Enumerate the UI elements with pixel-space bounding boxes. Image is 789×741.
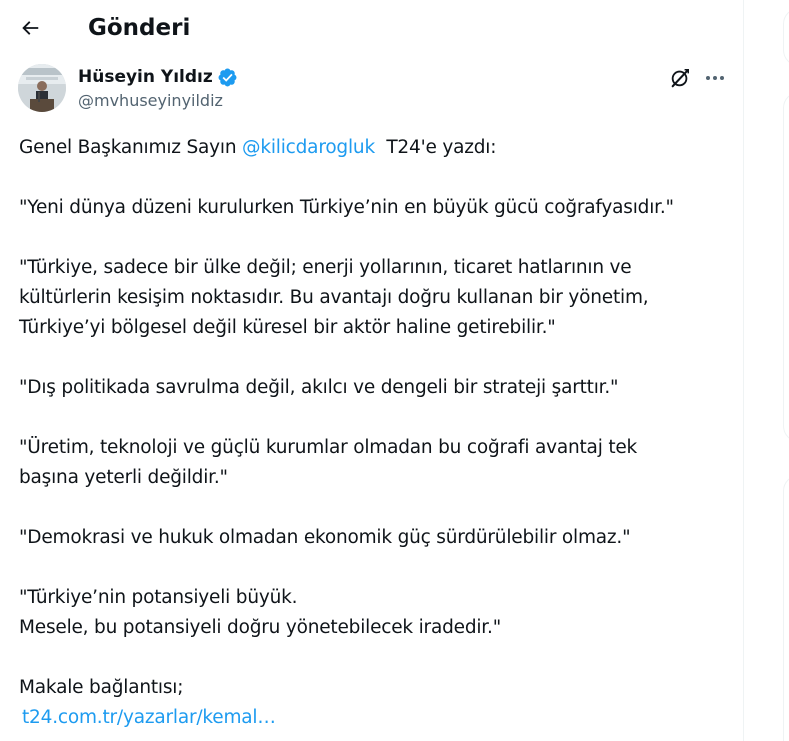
tweet-paragraph-link: Makale bağlantısı; t24.com.tr/yazarlar/k… [19, 673, 724, 733]
tweet-line: "Yeni dünya düzeni kurulurken Türkiye’ni… [19, 197, 674, 218]
tweet-paragraph: "Üretim, teknoloji ve güçlü kurumlar olm… [19, 433, 724, 493]
right-rail-search-box[interactable] [783, 8, 789, 66]
tweet-paragraph: "Yeni dünya düzeni kurulurken Türkiye’ni… [19, 193, 724, 223]
page-header: Gönderi [0, 0, 744, 56]
author-name[interactable]: Hüseyin Yıldız [78, 66, 213, 88]
main-column: Gönderi Hüseyin Yıldız @mvhuseyinyildiz … [0, 0, 744, 741]
tweet-author-row: Hüseyin Yıldız @mvhuseyinyildiz [18, 64, 730, 116]
tweet-line: kültürlerin kesişim noktasıdır. Bu avant… [19, 287, 649, 308]
mention-link[interactable]: @kilicdarogluk [242, 137, 375, 158]
tweet-line: Mesele, bu potansiyeli doğru yönetebilec… [19, 617, 502, 638]
tweet-paragraph: "Türkiye, sadece bir ülke değil; enerji … [19, 253, 724, 343]
right-rail-card [783, 475, 789, 741]
page-root: Gönderi Hüseyin Yıldız @mvhuseyinyildiz … [0, 0, 789, 741]
tweet-line: "Türkiye, sadece bir ülke değil; enerji … [19, 257, 632, 278]
article-link[interactable]: t24.com.tr/yazarlar/kemal… [19, 703, 724, 733]
arrow-left-icon [22, 21, 39, 35]
author-handle[interactable]: @mvhuseyinyildiz [78, 91, 223, 111]
right-rail-card [783, 92, 789, 442]
tweet-paragraph: "Türkiye’nin potansiyeli büyük. Mesele, … [19, 583, 724, 643]
tweet-paragraph-intro: Genel Başkanımız Sayın @kilicdarogluk T2… [19, 133, 724, 163]
tweet-line: "Dış politikada savrulma değil, akılcı v… [19, 377, 619, 398]
verified-badge-icon[interactable] [217, 67, 238, 88]
tweet-line: "Demokrasi ve hukuk olmadan ekonomik güç… [19, 527, 631, 548]
tweet-line: Makale bağlantısı; [19, 677, 184, 698]
grok-icon[interactable] [669, 67, 691, 89]
tweet-text-segment: Genel Başkanımız Sayın [19, 137, 243, 158]
author-name-wrap: Hüseyin Yıldız [78, 66, 238, 88]
tweet-line: Türkiye’yi bölgesel değil küresel bir ak… [19, 317, 556, 338]
more-horizontal-icon[interactable] [704, 67, 726, 89]
avatar-image [18, 64, 66, 112]
tweet-text: Genel Başkanımız Sayın @kilicdarogluk T2… [19, 133, 724, 733]
tweet-line: "Üretim, teknoloji ve güçlü kurumlar olm… [19, 437, 638, 458]
back-button[interactable] [12, 10, 48, 46]
page-title: Gönderi [88, 15, 191, 41]
tweet-text-segment: T24'e yazdı: [374, 137, 497, 158]
tweet-line: başına yeterli değildir." [19, 467, 228, 488]
tweet-line: "Türkiye’nin potansiyeli büyük. [19, 587, 298, 608]
tweet-paragraph: "Dış politikada savrulma değil, akılcı v… [19, 373, 724, 403]
avatar[interactable] [18, 64, 66, 112]
tweet-paragraph: "Demokrasi ve hukuk olmadan ekonomik güç… [19, 523, 724, 553]
